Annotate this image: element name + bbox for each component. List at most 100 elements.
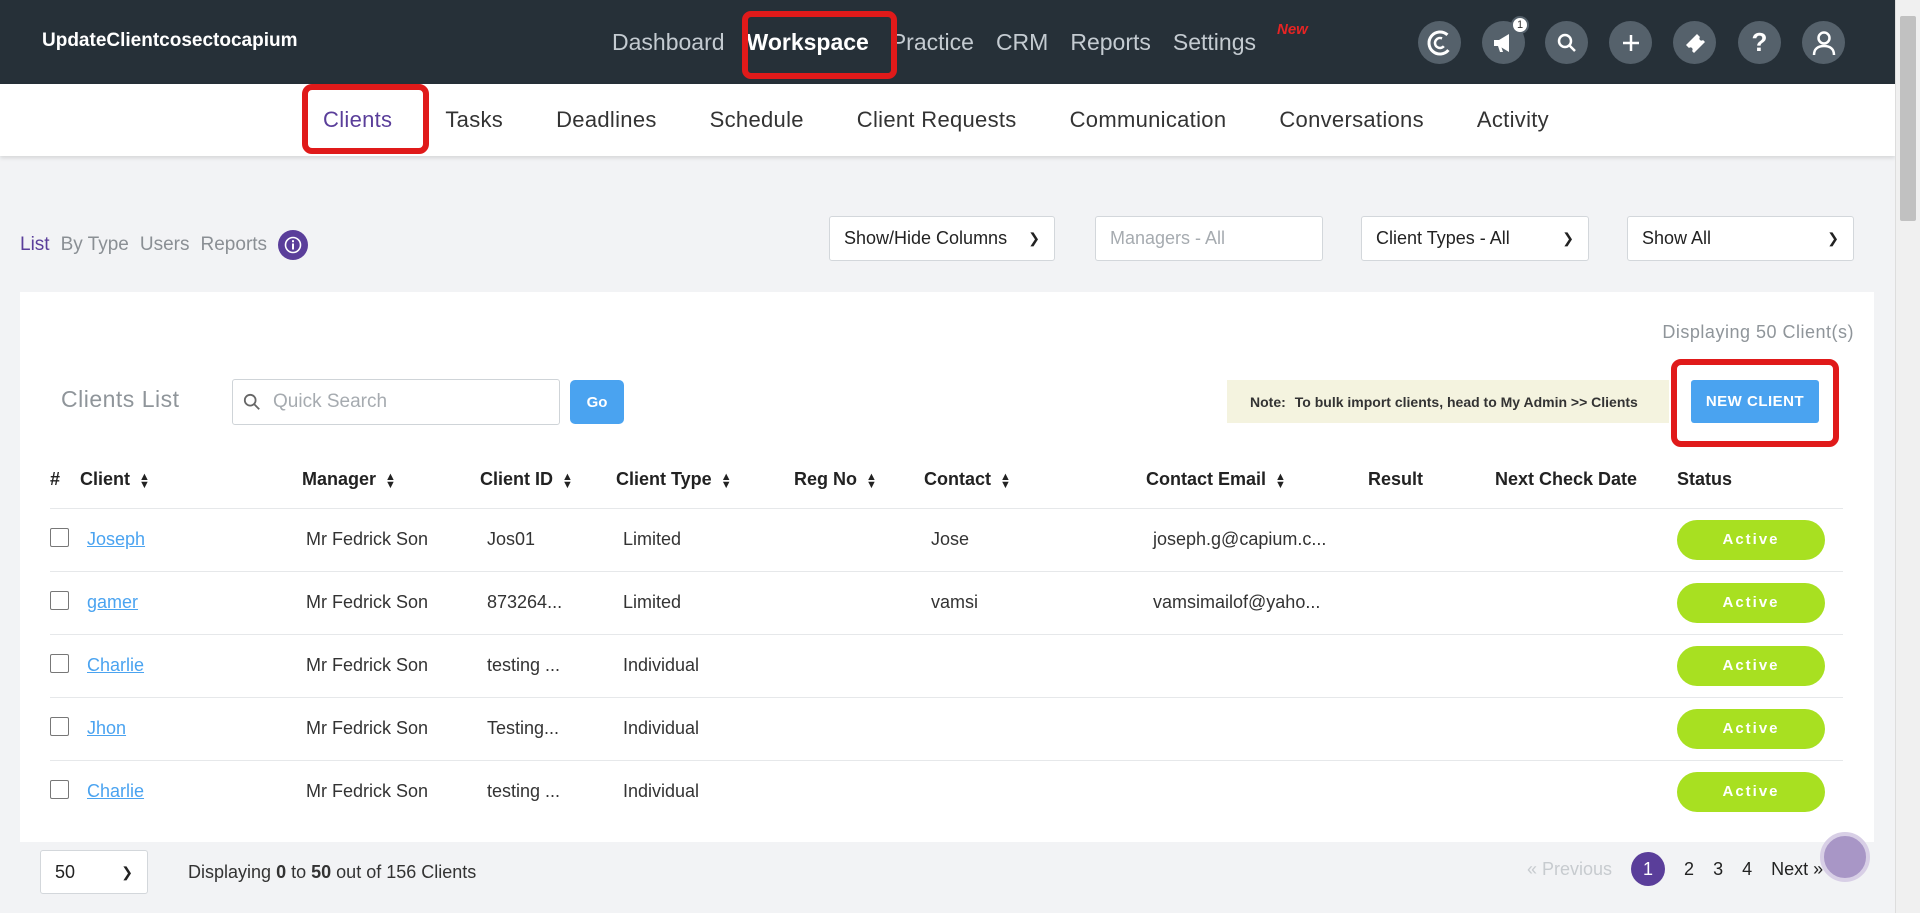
chevron-down-icon: ❯ [1827, 230, 1839, 246]
tab-schedule[interactable]: Schedule [710, 107, 804, 133]
user-profile-icon[interactable] [1802, 21, 1845, 64]
show-hide-columns-dropdown[interactable]: Show/Hide Columns ❯ [829, 216, 1055, 261]
col-reg-no[interactable]: Reg No ▲ ▼ [794, 452, 924, 508]
tab-activity[interactable]: Activity [1477, 107, 1549, 133]
client-type-cell: Limited [616, 570, 794, 634]
page-1-link[interactable]: 1 [1631, 852, 1666, 886]
plus-icon[interactable] [1609, 21, 1652, 64]
view-users[interactable]: Users [140, 234, 190, 256]
sort-icon[interactable]: ▲ ▼ [385, 471, 396, 490]
col-client-type-label: Client Type [616, 469, 712, 490]
col-contact-email[interactable]: Contact Email ▲ ▼ [1146, 452, 1368, 508]
status-cell: Active [1677, 570, 1843, 634]
pagination-summary: Displaying 0 to 50 out of 156 Clients [188, 862, 476, 883]
col-client[interactable]: Client ▲ ▼ [80, 452, 302, 508]
sort-icon[interactable]: ▲ ▼ [721, 471, 732, 490]
tab-tasks[interactable]: Tasks [445, 107, 503, 133]
clients-card: Displaying 50 Client(s) Clients List Qui… [20, 292, 1874, 842]
megaphone-icon[interactable]: 1 [1482, 16, 1529, 64]
page-2-link[interactable]: 2 [1684, 859, 1694, 880]
show-all-dropdown[interactable]: Show All ❯ [1627, 216, 1854, 261]
status-badge: Active [1677, 771, 1825, 812]
capium-logo-icon[interactable] [1418, 21, 1461, 64]
table-header-row: # Client ▲ ▼ Manager ▲ ▼ Client ID ▲ ▼ Client … [50, 452, 1843, 508]
chevron-down-icon: ❯ [121, 863, 133, 880]
contact-email-cell [1146, 633, 1368, 697]
tab-client-requests[interactable]: Client Requests [857, 107, 1017, 133]
col-client-id[interactable]: Client ID ▲ ▼ [480, 452, 616, 508]
status-cell: Active [1677, 633, 1843, 697]
client-types-dropdown[interactable]: Client Types - All ❯ [1361, 216, 1589, 261]
client-name-link[interactable]: Charlie [87, 781, 144, 801]
nav-crm[interactable]: CRM [996, 29, 1048, 56]
client-name-link[interactable]: Jhon [87, 718, 126, 738]
new-client-highlight [1671, 359, 1839, 447]
nav-reports[interactable]: Reports [1070, 29, 1151, 56]
notification-count: 1 [1511, 16, 1529, 34]
view-reports[interactable]: Reports [201, 234, 268, 256]
tab-deadlines[interactable]: Deadlines [556, 107, 657, 133]
quick-search-input[interactable]: Quick Search [232, 379, 560, 425]
chat-widget-icon[interactable] [1820, 832, 1870, 882]
summary-suffix: out of 156 Clients [336, 862, 477, 882]
client-name-cell: gamer [80, 570, 302, 634]
row-checkbox[interactable] [50, 653, 69, 673]
status-badge: Active [1677, 708, 1825, 749]
client-name-link[interactable]: gamer [87, 592, 138, 612]
nav-dashboard[interactable]: Dashboard [612, 29, 725, 56]
next-page-link[interactable]: Next » [1771, 859, 1823, 880]
col-manager[interactable]: Manager ▲ ▼ [302, 452, 480, 508]
client-name-link[interactable]: Joseph [87, 529, 145, 549]
row-checkbox-cell [50, 696, 80, 760]
client-name-cell: Charlie [80, 759, 302, 823]
sort-icon[interactable]: ▲ ▼ [1275, 471, 1286, 490]
client-id-cell: Testing... [480, 696, 616, 760]
contact-email-cell: vamsimailof@yaho... [1146, 570, 1368, 634]
per-page-select[interactable]: 50 ❯ [40, 850, 148, 894]
previous-page-link[interactable]: « Previous [1527, 859, 1612, 880]
sort-icon[interactable]: ▲ ▼ [866, 471, 877, 490]
nav-settings[interactable]: Settings [1173, 29, 1256, 56]
page-4-link[interactable]: 4 [1742, 859, 1752, 880]
managers-filter[interactable]: Managers - All [1095, 216, 1323, 261]
sort-icon[interactable]: ▲ ▼ [139, 471, 150, 490]
reg-no-cell [794, 633, 924, 697]
table-row: Charlie Mr Fedrick Son testing ... Indiv… [50, 759, 1843, 823]
clients-table: # Client ▲ ▼ Manager ▲ ▼ Client ID ▲ ▼ Client … [50, 452, 1843, 823]
page-scrollbar[interactable] [1895, 0, 1920, 913]
help-icon[interactable]: ? [1738, 21, 1781, 64]
result-cell [1368, 759, 1495, 823]
contact-cell [924, 696, 1146, 760]
row-checkbox[interactable] [50, 779, 69, 799]
view-by-type[interactable]: By Type [61, 234, 129, 256]
client-name-link[interactable]: Charlie [87, 655, 144, 675]
view-list[interactable]: List [20, 234, 50, 256]
sort-icon[interactable]: ▲ ▼ [1000, 471, 1011, 490]
row-checkbox[interactable] [50, 716, 69, 736]
nav-practice[interactable]: Practice [891, 29, 974, 56]
search-icon[interactable] [1545, 21, 1588, 64]
per-page-value: 50 [55, 861, 76, 882]
row-checkbox[interactable] [50, 590, 69, 610]
info-icon[interactable] [278, 230, 309, 260]
brand-name[interactable]: UpdateClientcosectocapium [42, 30, 298, 52]
client-name-cell: Joseph [80, 507, 302, 571]
page-3-link[interactable]: 3 [1713, 859, 1723, 880]
tab-conversations[interactable]: Conversations [1279, 107, 1424, 133]
col-client-type[interactable]: Client Type ▲ ▼ [616, 452, 794, 508]
status-badge: Active [1677, 582, 1825, 623]
row-checkbox[interactable] [50, 527, 69, 547]
client-type-cell: Individual [616, 696, 794, 760]
ticket-icon[interactable] [1673, 21, 1716, 64]
clients-highlight [302, 84, 429, 154]
tab-communication[interactable]: Communication [1070, 107, 1227, 133]
sort-icon[interactable]: ▲ ▼ [562, 471, 573, 490]
client-id-cell: 873264... [480, 570, 616, 634]
col-next-check-date: Next Check Date [1495, 469, 1638, 490]
go-button[interactable]: Go [570, 380, 624, 424]
note-label: Note: [1250, 393, 1286, 410]
scrollbar-thumb[interactable] [1900, 16, 1916, 221]
chevron-down-icon: ❯ [1028, 230, 1040, 246]
col-contact[interactable]: Contact ▲ ▼ [924, 452, 1146, 508]
note-text: To bulk import clients, head to My Admin… [1294, 393, 1638, 410]
